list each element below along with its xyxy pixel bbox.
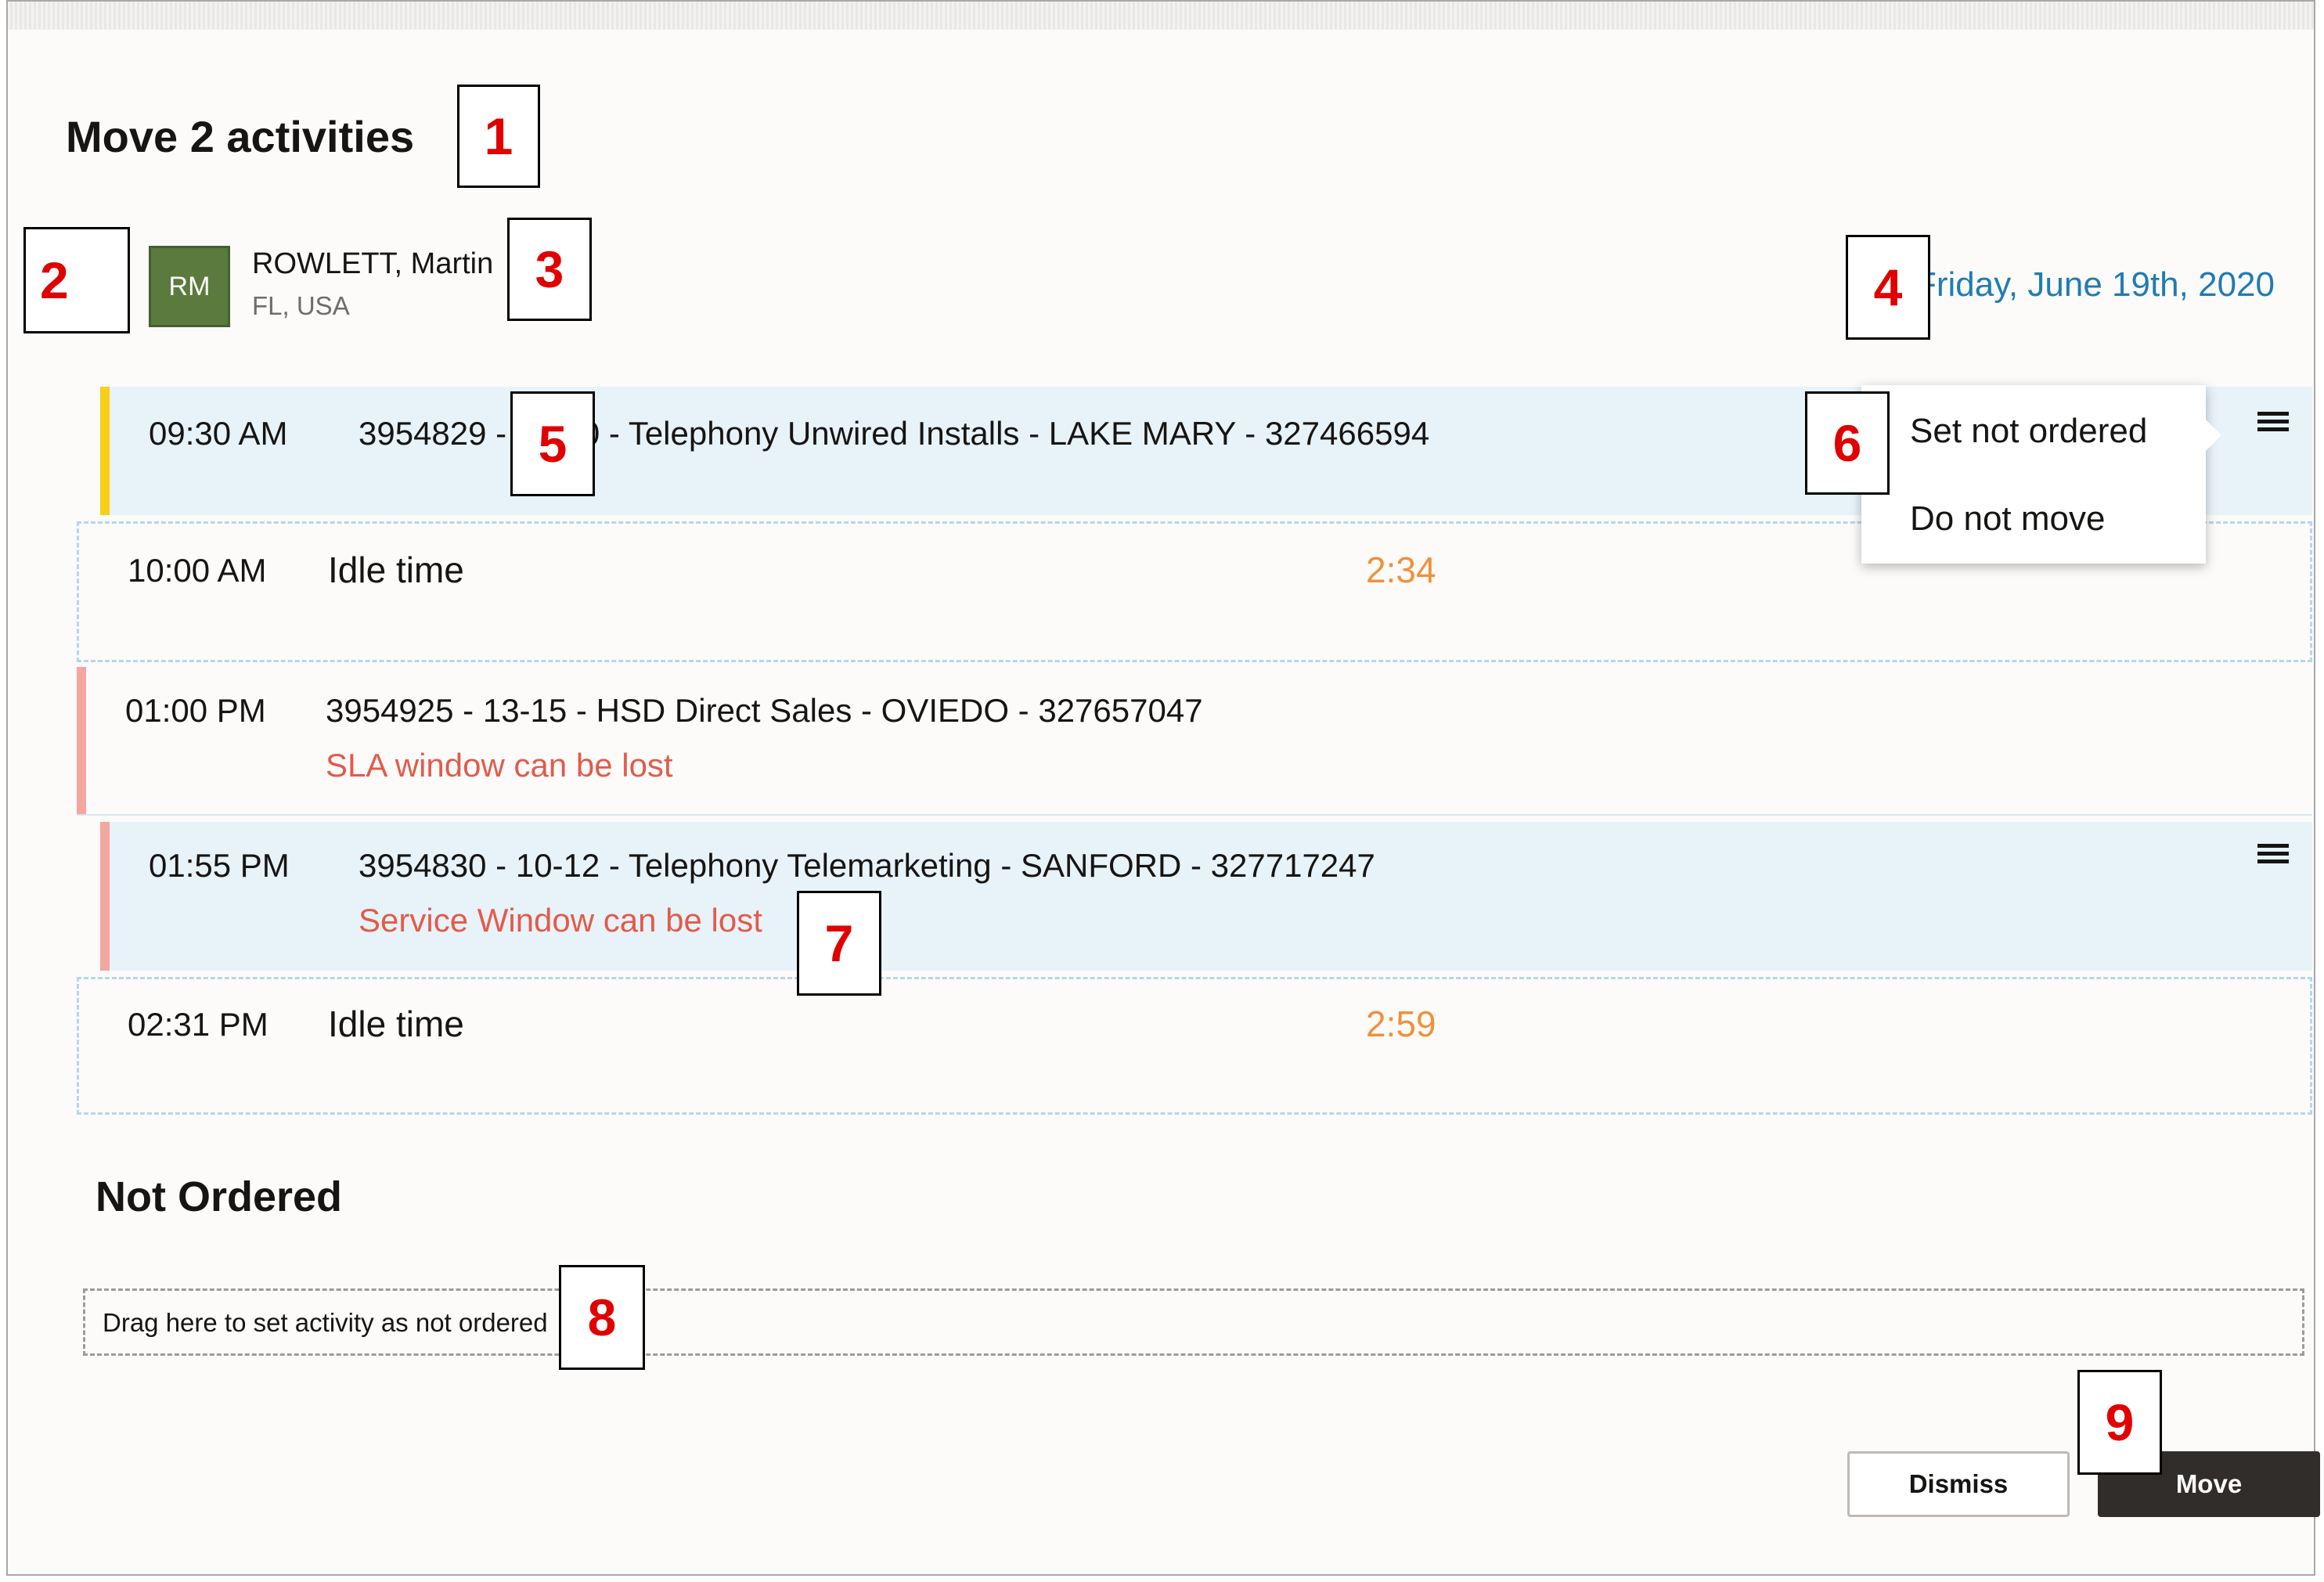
avatar-initials: RM: [168, 271, 211, 301]
activity-time: 01:00 PM: [125, 692, 266, 729]
idle-duration: 2:34: [1366, 550, 1436, 590]
activity-description: 3954830 - 10-12 - Telephony Telemarketin…: [359, 847, 1375, 884]
callout-4: 4: [1846, 235, 1930, 340]
callout-2: 2: [23, 227, 130, 333]
status-bar: [100, 387, 110, 515]
idle-time-row: 02:31 PM Idle time 2:59: [77, 977, 2312, 1115]
activity-row-moving[interactable]: 01:55 PM 3954830 - 10-12 - Telephony Tel…: [100, 822, 2312, 971]
activity-time: 01:55 PM: [149, 847, 290, 884]
activity-row[interactable]: 01:00 PM 3954925 - 13-15 - HSD Direct Sa…: [77, 667, 2312, 816]
idle-label: Idle time: [328, 550, 464, 590]
move-activities-dialog: Move 2 activities ‹ RM ROWLETT, Martin F…: [6, 0, 2320, 1576]
hamburger-menu-icon[interactable]: [2257, 844, 2289, 870]
callout-1: 1: [457, 85, 540, 188]
not-ordered-title: Not Ordered: [95, 1173, 343, 1220]
idle-label: Idle time: [328, 1004, 464, 1044]
route-date-link[interactable]: Friday, June 19th, 2020: [1915, 265, 2275, 305]
menu-item-do-not-move[interactable]: Do not move: [1910, 499, 2105, 539]
sla-warning: SLA window can be lost: [326, 747, 673, 784]
service-window-warning: Service Window can be lost: [359, 902, 762, 939]
idle-duration: 2:59: [1366, 1004, 1436, 1044]
callout-6: 6: [1805, 391, 1890, 495]
popup-pointer: [2204, 418, 2221, 452]
callout-3: 3: [507, 218, 592, 321]
dialog-title: Move 2 activities: [66, 112, 415, 161]
callout-8: 8: [559, 1265, 645, 1370]
top-strip: [8, 2, 2314, 30]
activity-context-menu: Set not ordered Do not move: [1861, 385, 2206, 564]
resource-location: FL, USA: [252, 291, 350, 320]
status-bar: [100, 822, 110, 971]
hamburger-menu-icon[interactable]: [2257, 412, 2289, 438]
status-bar: [77, 667, 86, 814]
idle-start-time: 10:00 AM: [128, 552, 267, 589]
dropzone-hint: Drag here to set activity as not ordered: [103, 1308, 548, 1337]
activity-time: 09:30 AM: [149, 415, 288, 452]
callout-5: 5: [510, 391, 595, 496]
idle-start-time: 02:31 PM: [128, 1006, 268, 1043]
callout-7: 7: [797, 891, 881, 996]
callout-9: 9: [2077, 1370, 2162, 1475]
avatar: RM: [149, 246, 230, 327]
resource-name: ROWLETT, Martin: [252, 247, 494, 280]
activity-description: 3954925 - 13-15 - HSD Direct Sales - OVI…: [326, 692, 1203, 729]
menu-item-set-not-ordered[interactable]: Set not ordered: [1910, 412, 2147, 451]
dismiss-button[interactable]: Dismiss: [1847, 1451, 2070, 1517]
not-ordered-dropzone[interactable]: Drag here to set activity as not ordered: [83, 1288, 2304, 1356]
